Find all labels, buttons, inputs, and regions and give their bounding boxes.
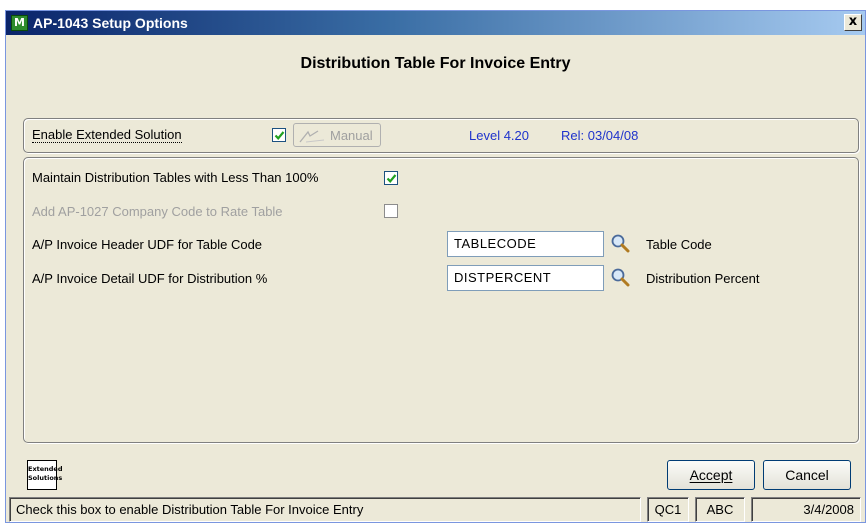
title-bar[interactable]: M AP-1043 Setup Options x: [6, 11, 865, 35]
setup-options-dialog: M AP-1043 Setup Options x Distribution T…: [5, 10, 866, 523]
close-button[interactable]: x: [844, 14, 862, 31]
status-bar: Check this box to enable Distribution Ta…: [6, 497, 865, 522]
extended-solutions-logo: Extended Solutions: [27, 460, 63, 490]
app-icon: M: [11, 15, 28, 31]
detail-udf-input[interactable]: DISTPERCENT: [447, 265, 604, 291]
status-company-code: QC1: [647, 497, 689, 522]
cancel-button-label: Cancel: [785, 467, 829, 483]
detail-udf-description: Distribution Percent: [646, 271, 760, 286]
add-company-code-label: Add AP-1027 Company Code to Rate Table: [32, 204, 283, 219]
enable-extended-solution-checkbox[interactable]: [272, 128, 286, 142]
window-title: AP-1043 Setup Options: [33, 15, 188, 31]
maintain-distribution-label: Maintain Distribution Tables with Less T…: [32, 170, 319, 185]
enable-extended-solution-label: Enable Extended Solution: [32, 127, 182, 143]
manual-signature-icon: [299, 130, 325, 143]
status-user-code: ABC: [695, 497, 745, 522]
add-company-code-checkbox[interactable]: [384, 204, 398, 218]
header-udf-label: A/P Invoice Header UDF for Table Code: [32, 237, 263, 252]
accept-button-label: Accept: [689, 467, 733, 483]
header-udf-input[interactable]: TABLECODE: [447, 231, 604, 257]
status-date: 3/4/2008: [751, 497, 861, 522]
manual-button-label: Manual: [330, 128, 373, 143]
page-title: Distribution Table For Invoice Entry: [300, 55, 571, 72]
release-date-text: Rel: 03/04/08: [561, 128, 639, 143]
check-mark-icon: [274, 131, 285, 140]
logo-line-2: Solutions: [28, 474, 63, 482]
status-message: Check this box to enable Distribution Ta…: [9, 497, 641, 522]
logo-line-1: Extended: [28, 465, 63, 473]
level-text: Level 4.20: [469, 128, 529, 143]
detail-udf-label: A/P Invoice Detail UDF for Distribution …: [32, 271, 268, 286]
cancel-button[interactable]: Cancel: [763, 460, 851, 490]
manual-button[interactable]: Manual: [293, 123, 381, 147]
header-udf-lookup-icon[interactable]: [610, 233, 630, 253]
accept-button[interactable]: Accept: [667, 460, 755, 490]
maintain-distribution-checkbox[interactable]: [384, 171, 398, 185]
header-udf-description: Table Code: [646, 237, 712, 252]
check-mark-icon: [386, 174, 397, 183]
options-group-box: [23, 157, 859, 443]
detail-udf-lookup-icon[interactable]: [610, 267, 630, 287]
